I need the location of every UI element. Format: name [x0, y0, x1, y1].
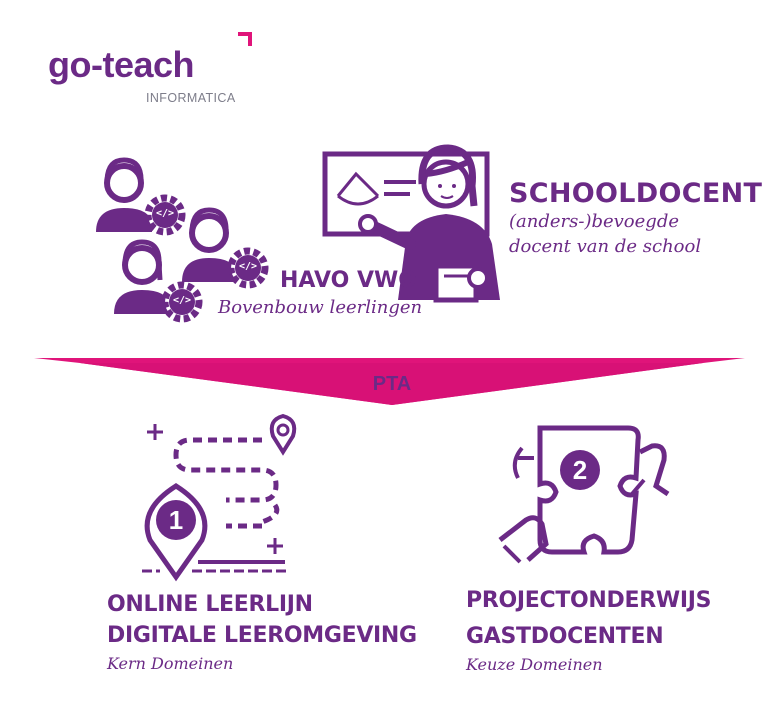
right-track-note: Keuze Domeinen [466, 655, 603, 674]
left-track-line1: ONLINE LEERLIJN [107, 592, 313, 617]
left-track-line2: DIGITALE LEEROMGEVING [107, 623, 417, 648]
left-track-note: Kern Domeinen [107, 654, 234, 673]
right-track-line1: PROJECTONDERWIJS [466, 588, 712, 613]
track-2-badge: 2 [572, 455, 588, 485]
right-track-line2: GASTDOCENTEN [466, 624, 664, 649]
